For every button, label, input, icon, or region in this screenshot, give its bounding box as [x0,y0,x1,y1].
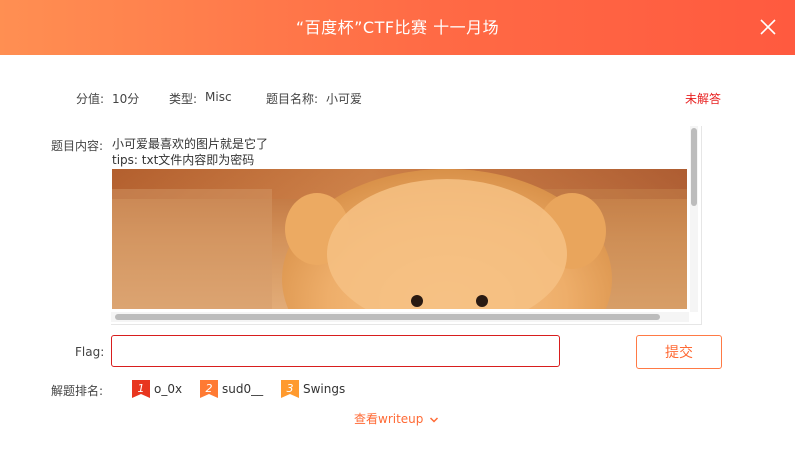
horizontal-scroll-thumb[interactable] [115,314,660,320]
modal-title: “百度杯”CTF比赛 十一月场 [295,18,500,37]
content-label: 题目内容: [51,139,104,153]
view-writeup-label: 查看writeup [354,412,424,426]
vertical-scrollbar[interactable] [690,126,698,312]
score-value: 10分 [112,92,140,106]
score-label: 分值: [76,92,105,106]
type-label: 类型: [169,92,198,106]
close-button[interactable] [755,14,781,40]
ranking-label: 解题排名: [51,384,104,398]
puppy-image [112,169,687,309]
ranking-item-name: o_0x [154,382,183,396]
rank-number: 2 [206,382,213,395]
flag-label: Flag: [75,345,105,359]
content-text: 小可爱最喜欢的图片就是它了 tips: txt文件内容即为密码 [112,136,268,168]
challenge-name-value: 小可爱 [326,92,363,106]
close-icon [760,19,776,35]
chevron-down-icon [430,416,439,423]
rank-number: 3 [287,382,294,395]
rank-number: 1 [138,382,145,395]
rank-badge-icon: 1 [132,380,150,398]
vertical-scroll-thumb[interactable] [691,128,697,206]
submit-button[interactable]: 提交 [636,335,722,369]
flag-input[interactable] [111,335,560,367]
rank-badge-icon: 3 [281,380,299,398]
content-line-tips: tips: txt文件内容即为密码 [112,153,255,167]
content-line-description: 小可爱最喜欢的图片就是它了 [112,137,269,151]
content-panel[interactable]: 小可爱最喜欢的图片就是它了 tips: txt文件内容即为密码 [111,126,702,325]
view-writeup-link[interactable]: 查看writeup [354,410,439,427]
challenge-image [112,169,687,309]
ranking-item-name: sud0__ [222,382,264,396]
challenge-name-label: 题目名称: [266,92,319,106]
horizontal-scrollbar[interactable] [111,312,689,322]
challenge-meta: 分值: 10分 类型: Misc 题目名称: 小可爱 未解答 [0,90,795,108]
type-value: Misc [205,90,232,104]
ranking-item-name: Swings [303,382,346,396]
rank-badge-icon: 2 [200,380,218,398]
status-badge: 未解答 [684,92,721,106]
